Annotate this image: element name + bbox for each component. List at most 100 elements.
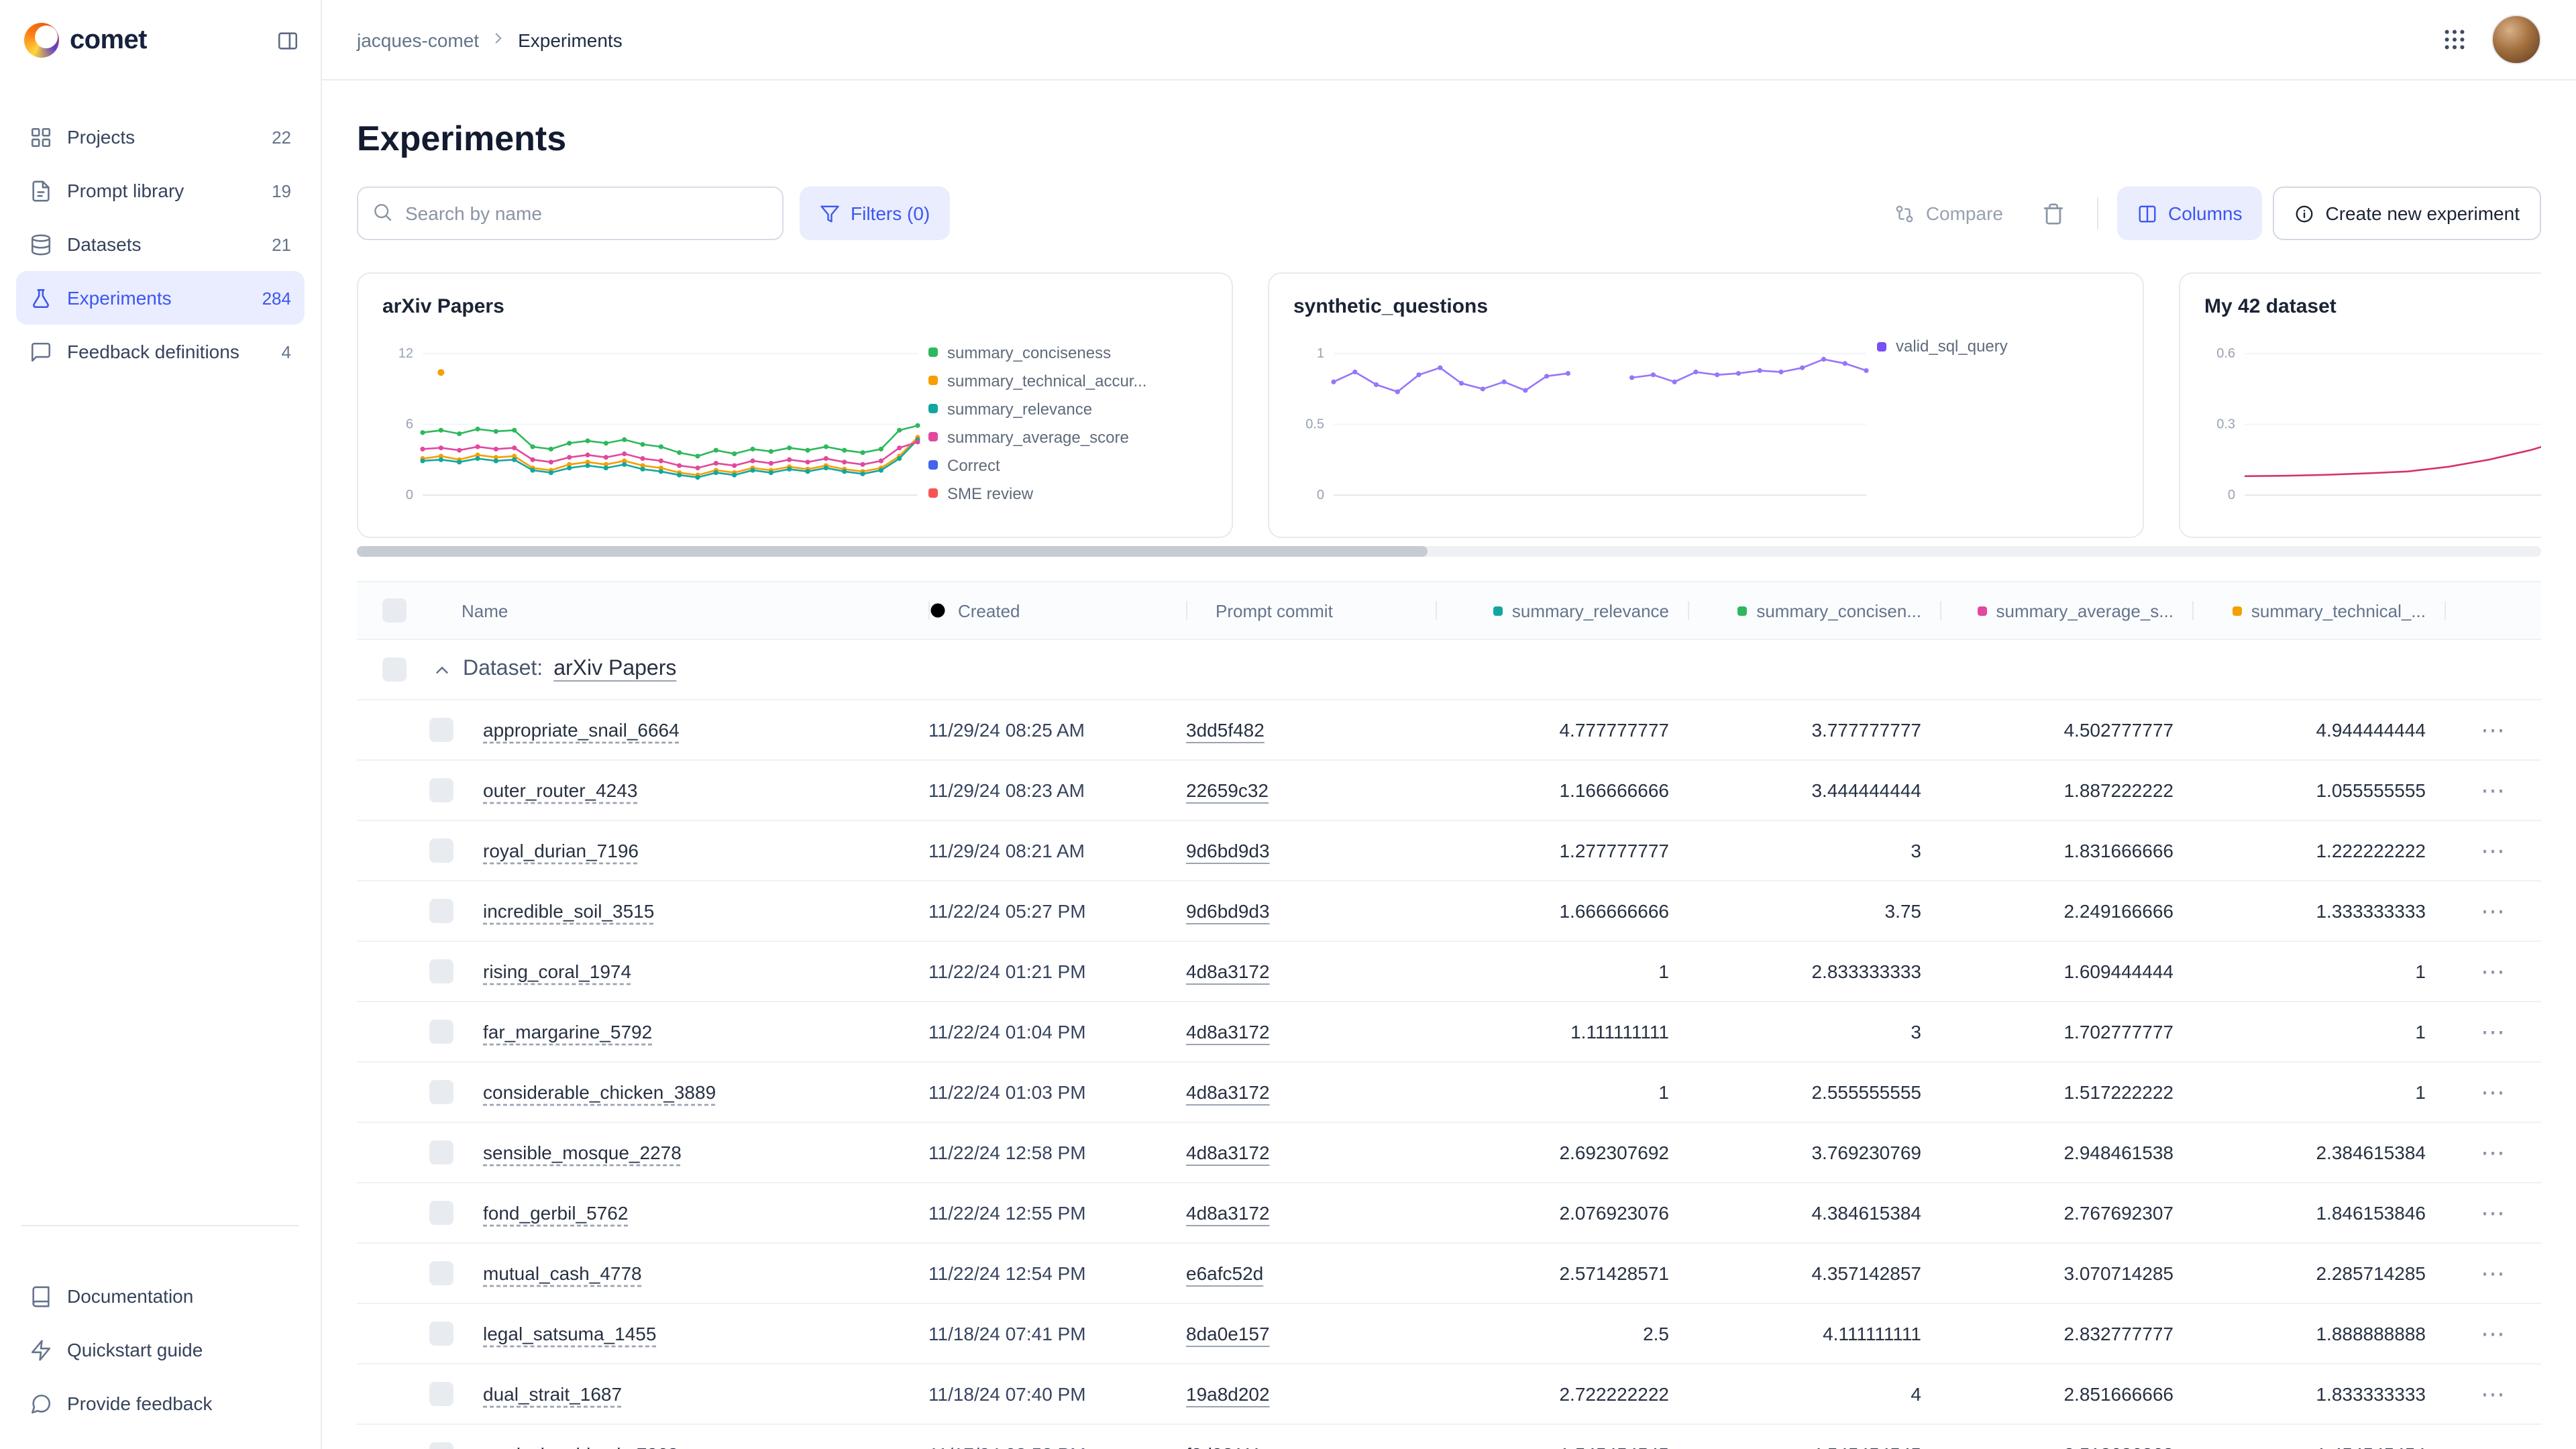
experiment-row[interactable]: rising_coral_197411/22/24 01:21 PM4d8a31… — [357, 942, 2541, 1002]
row-checkbox[interactable] — [429, 1201, 453, 1225]
experiment-row[interactable]: dual_strait_168711/18/24 07:40 PM19a8d20… — [357, 1364, 2541, 1425]
row-checkbox[interactable] — [429, 1442, 453, 1449]
prompt-commit-link[interactable]: 8da0e157 — [1186, 1323, 1270, 1344]
chart-card[interactable]: My 42 dataset00.30.6 — [2179, 272, 2541, 538]
row-actions-button[interactable]: ⋯ — [2470, 1195, 2516, 1230]
sidebar-item-documentation[interactable]: Documentation — [16, 1269, 305, 1323]
breadcrumb-workspace[interactable]: jacques-comet — [357, 29, 479, 50]
experiment-name-link[interactable]: fond_gerbil_5762 — [483, 1202, 628, 1224]
experiment-row[interactable]: royal_durian_719611/29/24 08:21 AM9d6bd9… — [357, 821, 2541, 881]
sidebar-collapse-icon[interactable] — [276, 29, 299, 52]
search-input[interactable] — [357, 186, 784, 240]
experiment-name-link[interactable]: mutual_cash_4778 — [483, 1263, 642, 1284]
row-actions-button[interactable]: ⋯ — [2470, 1316, 2516, 1351]
experiment-name-link[interactable]: outer_router_4243 — [483, 780, 637, 801]
experiment-row[interactable]: far_margarine_579211/22/24 01:04 PM4d8a3… — [357, 1002, 2541, 1063]
row-checkbox[interactable] — [429, 778, 453, 802]
charts-scrollbar[interactable] — [357, 546, 2541, 557]
book-icon — [30, 1285, 52, 1307]
sidebar-item-datasets[interactable]: Datasets21 — [16, 217, 305, 271]
sidebar-item-prompt-library[interactable]: Prompt library19 — [16, 164, 305, 217]
row-actions-button[interactable]: ⋯ — [2470, 1256, 2516, 1291]
row-actions-button[interactable]: ⋯ — [2470, 1377, 2516, 1411]
experiment-name-link[interactable]: sensible_mosque_2278 — [483, 1142, 682, 1163]
experiment-row[interactable]: incredible_soil_351511/22/24 05:27 PM9d6… — [357, 881, 2541, 942]
prompt-commit-link[interactable]: 4d8a3172 — [1186, 1202, 1270, 1224]
prompt-commit-link[interactable]: 4d8a3172 — [1186, 961, 1270, 982]
experiment-name-link[interactable]: ready_hatchback_7268 — [483, 1444, 678, 1449]
row-checkbox[interactable] — [429, 1080, 453, 1104]
chart-card[interactable]: synthetic_questions00.51valid_sql_query — [1268, 272, 2144, 538]
dataset-group-row[interactable]: Dataset:arXiv Papers — [357, 640, 2541, 700]
columns-button[interactable]: Columns — [2117, 186, 2263, 240]
prompt-commit-link[interactable]: 4d8a3172 — [1186, 1142, 1270, 1163]
chart-card[interactable]: arXiv Papers0612summary_concisenesssumma… — [357, 272, 1233, 538]
experiment-name-link[interactable]: incredible_soil_3515 — [483, 900, 654, 922]
row-actions-button[interactable]: ⋯ — [2470, 1014, 2516, 1049]
experiment-name-link[interactable]: far_margarine_5792 — [483, 1021, 652, 1042]
user-avatar[interactable] — [2491, 15, 2541, 64]
group-checkbox[interactable] — [382, 657, 407, 682]
experiment-name-link[interactable]: rising_coral_1974 — [483, 961, 631, 982]
prompt-commit-link[interactable]: 22659c32 — [1186, 780, 1269, 801]
prompt-commit-link[interactable]: 9d6bd9d3 — [1186, 900, 1270, 922]
column-header-summary_relevance[interactable]: summary_relevance — [1436, 582, 1688, 639]
experiment-name-link[interactable]: royal_durian_7196 — [483, 840, 639, 861]
experiment-row[interactable]: legal_satsuma_145511/18/24 07:41 PM8da0e… — [357, 1304, 2541, 1364]
column-header-name[interactable]: Name — [432, 582, 928, 639]
experiment-name-link[interactable]: legal_satsuma_1455 — [483, 1323, 656, 1344]
row-actions-button[interactable]: ⋯ — [2470, 1437, 2516, 1449]
filters-button[interactable]: Filters (0) — [800, 186, 950, 240]
prompt-commit-link[interactable]: 9d6bd9d3 — [1186, 840, 1270, 861]
experiment-row[interactable]: ready_hatchback_726811/17/24 03:53 PMf2d… — [357, 1425, 2541, 1449]
sidebar-item-experiments[interactable]: Experiments284 — [16, 271, 305, 325]
experiment-name-link[interactable]: appropriate_snail_6664 — [483, 719, 680, 741]
row-actions-button[interactable]: ⋯ — [2470, 833, 2516, 868]
sidebar-item-feedback-definitions[interactable]: Feedback definitions4 — [16, 325, 305, 378]
column-header-summary_technical_accuracy[interactable]: summary_technical_... — [2192, 582, 2445, 639]
experiment-name-link[interactable]: dual_strait_1687 — [483, 1383, 622, 1405]
experiment-row[interactable]: appropriate_snail_666411/29/24 08:25 AM3… — [357, 700, 2541, 761]
column-header-summary_conciseness[interactable]: summary_concisen... — [1688, 582, 1940, 639]
row-actions-button[interactable]: ⋯ — [2470, 894, 2516, 928]
experiment-row[interactable]: fond_gerbil_576211/22/24 12:55 PM4d8a317… — [357, 1183, 2541, 1244]
dataset-group-link[interactable]: arXiv Papers — [553, 657, 676, 682]
row-checkbox[interactable] — [429, 1020, 453, 1044]
experiment-name-link[interactable]: considerable_chicken_3889 — [483, 1081, 716, 1103]
sidebar-item-projects[interactable]: Projects22 — [16, 110, 305, 164]
prompt-commit-link[interactable]: e6afc52d — [1186, 1263, 1263, 1284]
sidebar-item-quickstart-guide[interactable]: Quickstart guide — [16, 1323, 305, 1377]
row-checkbox[interactable] — [429, 899, 453, 923]
row-checkbox[interactable] — [429, 718, 453, 742]
row-actions-button[interactable]: ⋯ — [2470, 773, 2516, 808]
row-checkbox[interactable] — [429, 1140, 453, 1165]
apps-grid-icon[interactable] — [2442, 27, 2467, 52]
delete-button[interactable] — [2027, 186, 2078, 240]
row-checkbox[interactable] — [429, 839, 453, 863]
create-experiment-button[interactable]: Create new experiment — [2273, 186, 2542, 240]
column-header-commit[interactable]: Prompt commit — [1186, 582, 1436, 639]
column-header-summary_average_score[interactable]: summary_average_s... — [1940, 582, 2192, 639]
row-actions-button[interactable]: ⋯ — [2470, 954, 2516, 989]
experiment-row[interactable]: sensible_mosque_227811/22/24 12:58 PM4d8… — [357, 1123, 2541, 1183]
row-checkbox[interactable] — [429, 1322, 453, 1346]
compare-button[interactable]: Compare — [1882, 186, 2017, 240]
column-header-created[interactable]: Created — [928, 582, 1186, 639]
experiment-row[interactable]: outer_router_424311/29/24 08:23 AM22659c… — [357, 761, 2541, 821]
prompt-commit-link[interactable]: 4d8a3172 — [1186, 1081, 1270, 1103]
row-actions-button[interactable]: ⋯ — [2470, 712, 2516, 747]
row-checkbox[interactable] — [429, 1261, 453, 1285]
row-checkbox[interactable] — [429, 1382, 453, 1406]
row-checkbox[interactable] — [429, 959, 453, 983]
experiment-row[interactable]: considerable_chicken_388911/22/24 01:03 … — [357, 1063, 2541, 1123]
prompt-commit-link[interactable]: f2d98111 — [1186, 1444, 1262, 1449]
charts-scrollbar-thumb[interactable] — [357, 546, 1427, 557]
prompt-commit-link[interactable]: 4d8a3172 — [1186, 1021, 1270, 1042]
experiment-row[interactable]: mutual_cash_477811/22/24 12:54 PMe6afc52… — [357, 1244, 2541, 1304]
prompt-commit-link[interactable]: 19a8d202 — [1186, 1383, 1270, 1405]
row-actions-button[interactable]: ⋯ — [2470, 1135, 2516, 1170]
prompt-commit-link[interactable]: 3dd5f482 — [1186, 719, 1265, 741]
sidebar-item-provide-feedback[interactable]: Provide feedback — [16, 1377, 305, 1430]
select-all-checkbox[interactable] — [382, 598, 407, 623]
row-actions-button[interactable]: ⋯ — [2470, 1075, 2516, 1110]
